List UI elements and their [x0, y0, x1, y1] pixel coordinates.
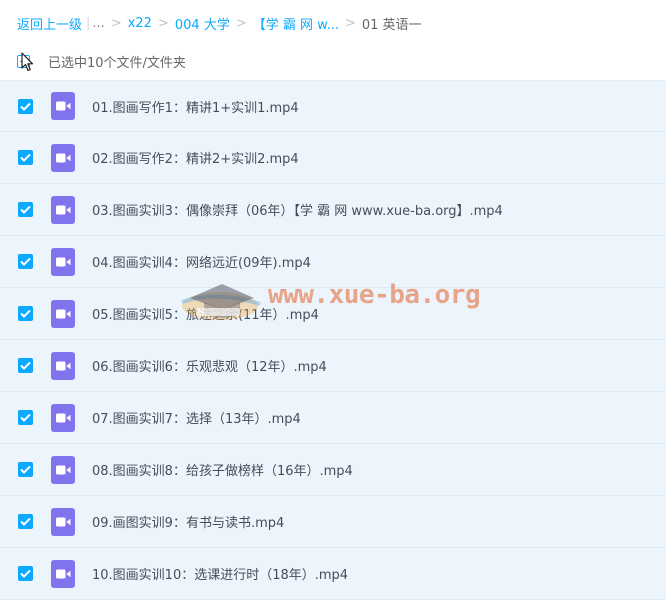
video-file-icon: [51, 92, 75, 120]
file-name[interactable]: 04.图画实训4：网络远近(09年).mp4: [92, 252, 311, 271]
checkmark-icon[interactable]: [18, 150, 33, 165]
checkmark-icon[interactable]: [18, 202, 33, 217]
list-item[interactable]: 06.图画实训6：乐观悲观（12年）.mp4: [0, 340, 666, 392]
breadcrumb-item-xueba[interactable]: 【学 霸 网 w...: [253, 14, 339, 33]
video-file-icon: [51, 559, 75, 588]
list-item[interactable]: 02.图画写作2：精讲2+实训2.mp4: [0, 132, 666, 184]
breadcrumb-separator: >: [110, 15, 122, 31]
breadcrumb-item-university[interactable]: 004 大学: [175, 14, 230, 33]
video-file-icon: [51, 403, 75, 432]
breadcrumb: 返回上一级 | ... > x22 > 004 大学 > 【学 霸 网 w...…: [17, 13, 422, 33]
video-file-icon: [51, 299, 75, 328]
file-name[interactable]: 09.画图实训9：有书与读书.mp4: [92, 512, 284, 531]
checkmark-icon[interactable]: [18, 358, 33, 373]
video-file-icon: [51, 195, 75, 224]
file-name[interactable]: 02.图画写作2：精讲2+实训2.mp4: [92, 148, 299, 167]
checkmark-icon[interactable]: [18, 566, 33, 581]
list-item[interactable]: 01.图画写作1：精讲1+实训1.mp4: [0, 80, 666, 132]
list-item[interactable]: 03.图画实训3：偶像崇拜（06年）【学 霸 网 www.xue-ba.org】…: [0, 184, 666, 236]
breadcrumb-separator: >: [235, 15, 247, 31]
video-file-icon: [51, 507, 75, 536]
checkmark-icon[interactable]: [18, 98, 33, 114]
checkmark-icon[interactable]: [18, 514, 33, 529]
selection-header: 已选中10个文件/文件夹: [17, 50, 186, 72]
file-name[interactable]: 01.图画写作1：精讲1+实训1.mp4: [92, 97, 299, 116]
file-name[interactable]: 07.图画实训7：选择（13年）.mp4: [92, 408, 301, 427]
file-name[interactable]: 08.图画实训8：给孩子做榜样（16年）.mp4: [92, 460, 353, 479]
breadcrumb-separator: >: [344, 15, 356, 31]
file-name[interactable]: 03.图画实训3：偶像崇拜（06年）【学 霸 网 www.xue-ba.org】…: [92, 200, 503, 219]
breadcrumb-divider: |: [86, 15, 91, 31]
video-file-icon: [51, 247, 75, 276]
list-item[interactable]: 09.画图实训9：有书与读书.mp4: [0, 496, 666, 548]
back-link[interactable]: 返回上一级: [17, 14, 82, 33]
breadcrumb-current: 01 英语一: [361, 17, 422, 33]
breadcrumb-ellipsis[interactable]: ...: [92, 16, 104, 31]
checkmark-icon[interactable]: [18, 254, 33, 269]
file-name[interactable]: 10.图画实训10：选课进行时（18年）.mp4: [92, 564, 348, 583]
video-file-icon: [51, 143, 75, 172]
file-name[interactable]: 06.图画实训6：乐观悲观（12年）.mp4: [92, 356, 327, 375]
selection-summary: 已选中10个文件/文件夹: [48, 55, 186, 71]
breadcrumb-item-x22[interactable]: x22: [128, 16, 152, 31]
checkmark-icon[interactable]: [18, 306, 33, 321]
checkmark-icon[interactable]: [18, 410, 33, 425]
list-item[interactable]: 07.图画实训7：选择（13年）.mp4: [0, 392, 666, 444]
mouse-cursor-icon: [21, 52, 34, 72]
video-file-icon: [51, 351, 75, 380]
checkmark-icon[interactable]: [18, 462, 33, 477]
file-list: 01.图画写作1：精讲1+实训1.mp4 02.图画写作2：精讲2+实训2.mp…: [0, 80, 666, 600]
breadcrumb-separator: >: [157, 15, 169, 31]
list-item[interactable]: 04.图画实训4：网络远近(09年).mp4: [0, 236, 666, 288]
video-file-icon: [51, 455, 75, 484]
list-item[interactable]: 10.图画实训10：选课进行时（18年）.mp4: [0, 548, 666, 600]
list-item[interactable]: 08.图画实训8：给孩子做榜样（16年）.mp4: [0, 444, 666, 496]
list-item[interactable]: 05.图画实训5：旅途之余(11年）.mp4: [0, 288, 666, 340]
file-name[interactable]: 05.图画实训5：旅途之余(11年）.mp4: [92, 304, 319, 323]
